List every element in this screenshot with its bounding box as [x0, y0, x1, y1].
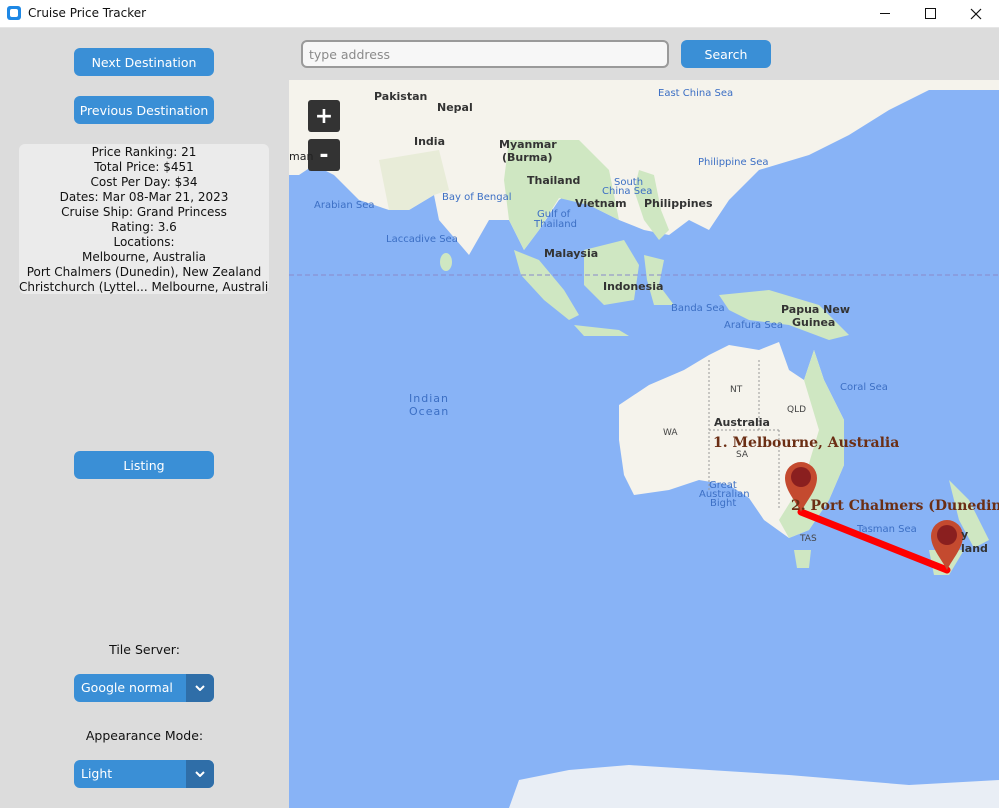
map-label-banda-sea: Banda Sea: [671, 303, 725, 314]
chevron-down-icon[interactable]: [186, 674, 214, 702]
cruise-dates: Dates: Mar 08-Mar 21, 2023: [59, 190, 229, 204]
map-label-bay-of-bengal: Bay of Bengal: [442, 192, 512, 203]
map-label-philippines: Philippines: [644, 197, 713, 210]
map-label-thailand: Thailand: [527, 174, 581, 187]
java: [574, 325, 629, 336]
tasmania: [794, 550, 811, 568]
map-label-malaysia: Malaysia: [544, 247, 599, 260]
sumatra: [514, 250, 579, 320]
listing-button[interactable]: Listing: [74, 451, 214, 479]
map-label-arabian-sea: Arabian Sea: [314, 200, 375, 211]
app-icon: [7, 6, 21, 20]
map-label-australia: Australia: [714, 416, 770, 429]
previous-destination-button[interactable]: Previous Destination: [74, 96, 214, 124]
total-price: Total Price: $451: [94, 160, 194, 174]
map-label-wa: WA: [663, 428, 678, 438]
cruise-ship: Cruise Ship: Grand Princess: [61, 205, 227, 219]
map-label-vietnam: Vietnam: [575, 197, 627, 210]
close-button[interactable]: [953, 0, 999, 27]
tile-server-select[interactable]: Google normal: [74, 674, 214, 702]
tile-server-value: Google normal: [81, 680, 173, 695]
price-ranking: Price Ranking: 21: [91, 145, 197, 159]
map-label-tasman-sea: Tasman Sea: [857, 524, 917, 535]
locations-heading: Locations:: [113, 235, 175, 249]
next-destination-button[interactable]: Next Destination: [74, 48, 214, 76]
marker-label-melbourne: 1. Melbourne, Australia: [713, 435, 900, 451]
map-label-qld: QLD: [787, 405, 807, 415]
appearance-mode-label: Appearance Mode:: [85, 728, 204, 743]
map-label-east-china-sea: East China Sea: [658, 88, 734, 99]
maximize-icon: [924, 8, 936, 19]
search-button[interactable]: Search: [681, 40, 771, 68]
title-bar: Cruise Price Tracker: [0, 0, 999, 28]
chevron-down-icon[interactable]: [186, 760, 214, 788]
map-label-nepal: Nepal: [437, 101, 473, 114]
sri-lanka: [440, 253, 452, 271]
sidebar: Next Destination Previous Destination Pr…: [0, 28, 289, 808]
map-label-indonesia: Indonesia: [603, 280, 664, 293]
window-title: Cruise Price Tracker: [28, 6, 147, 20]
close-icon: [970, 8, 982, 19]
maximize-button[interactable]: [907, 0, 953, 27]
search-input[interactable]: [301, 40, 669, 68]
map-label-nt: NT: [730, 385, 743, 395]
map-label-oman: man: [289, 150, 314, 163]
map-view[interactable]: + - Pakistan man Nepal India Myanmar (Bu…: [289, 80, 999, 808]
route-line: [797, 508, 951, 574]
map-label-pakistan: Pakistan: [374, 90, 428, 103]
map-label-indian-ocean-2: Ocean: [409, 405, 450, 418]
map-label-new-zealand-2: land: [961, 542, 988, 555]
map-label-sa: SA: [736, 450, 749, 460]
minimize-icon: [880, 13, 890, 14]
map-label-laccadive-sea: Laccadive Sea: [386, 234, 458, 245]
map-label-coral-sea: Coral Sea: [840, 382, 888, 393]
map-label-new-zealand-1: y: [961, 528, 969, 541]
marker-label-port-chalmers: 2. Port Chalmers (Dunedin),: [791, 498, 999, 514]
map-label-arafura-sea: Arafura Sea: [724, 320, 783, 331]
cruise-rating: Rating: 3.6: [111, 220, 177, 234]
map-label-great-australian-bight-3: Bight: [710, 498, 737, 509]
location-item: Christchurch (Lyttel... Melbourne, Austr…: [19, 280, 269, 294]
antarctica: [509, 765, 999, 808]
location-item: Melbourne, Australia: [81, 250, 207, 264]
map-label-south-china-sea-2: China Sea: [602, 186, 653, 197]
map-label-indian-ocean: Indian: [409, 392, 449, 405]
cost-per-day: Cost Per Day: $34: [90, 175, 198, 189]
map-label-myanmar: Myanmar: [499, 138, 557, 151]
appearance-mode-value: Light: [81, 766, 113, 781]
map-label-gulf-of-thailand-2: Thailand: [534, 219, 577, 230]
tile-server-label: Tile Server:: [109, 642, 180, 657]
cruise-info-panel: Price Ranking: 21 Total Price: $451 Cost…: [19, 144, 269, 294]
zoom-in-button[interactable]: +: [308, 100, 340, 132]
map-label-philippine-sea: Philippine Sea: [698, 157, 769, 168]
map-label-tas: TAS: [800, 534, 817, 544]
map-label-india: India: [414, 135, 445, 148]
map-label-papua: Papua New: [781, 303, 850, 316]
location-item: Port Chalmers (Dunedin), New Zealand: [26, 265, 262, 279]
map-label-burma: (Burma): [502, 151, 553, 164]
appearance-mode-select[interactable]: Light: [74, 760, 214, 788]
minimize-button[interactable]: [862, 0, 908, 27]
map-label-guinea: Guinea: [792, 316, 836, 329]
